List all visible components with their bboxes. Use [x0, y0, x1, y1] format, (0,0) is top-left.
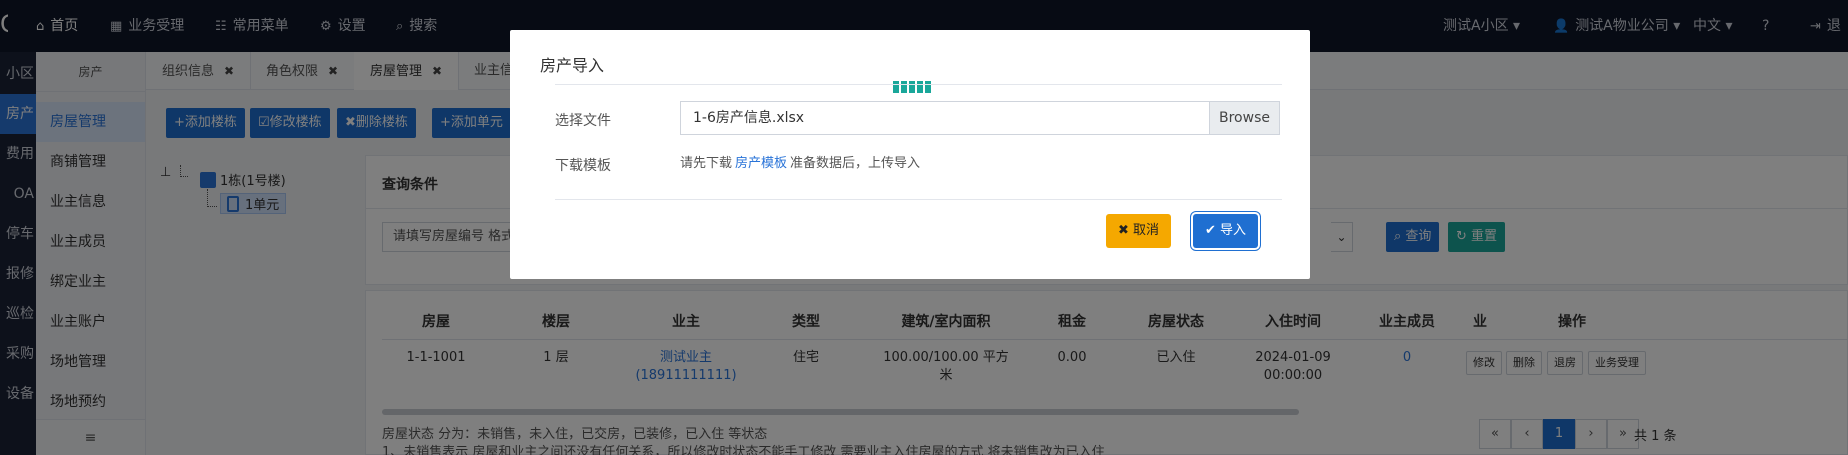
divider [555, 84, 1282, 85]
modal-title: 房产导入 [540, 56, 605, 75]
file-label: 选择文件 [555, 113, 611, 129]
tip-text: 请先下载 [680, 156, 733, 171]
cancel-button[interactable]: ✖ 取消 [1106, 214, 1172, 248]
progress-segment [901, 81, 907, 93]
file-input[interactable]: 1-6房产信息.xlsx Browse [680, 101, 1280, 135]
progress-segment [893, 81, 899, 93]
import-button[interactable]: ✔ 导入 [1193, 214, 1259, 248]
template-label: 下载模板 [555, 158, 611, 174]
import-modal: 房产导入 选择文件 1-6房产信息.xlsx Browse 下载模板 请先下载房… [510, 30, 1310, 279]
file-name: 1-6房产信息.xlsx [693, 110, 805, 126]
template-tip: 请先下载 房产模板 准备数据后，上传导入 [680, 152, 920, 171]
tip-text: 准备数据后，上传导入 [790, 156, 921, 171]
template-download-link[interactable]: 房产模板 [735, 156, 787, 171]
browse-button[interactable]: Browse [1209, 102, 1279, 134]
divider [555, 199, 1282, 200]
progress-segment [917, 81, 923, 93]
progress-segment [909, 81, 915, 93]
progress-segment [925, 81, 931, 93]
